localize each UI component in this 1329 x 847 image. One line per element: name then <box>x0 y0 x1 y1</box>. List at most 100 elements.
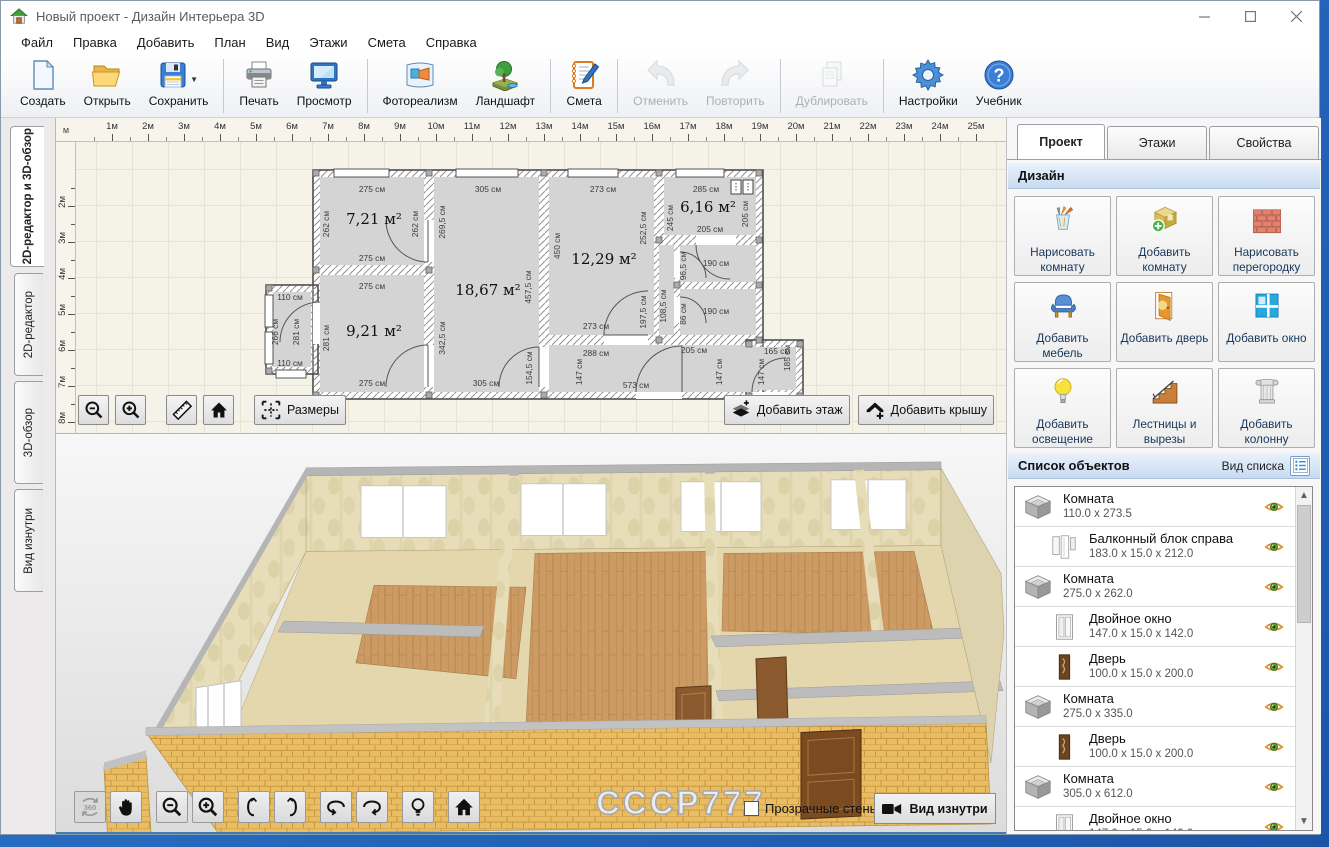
view3d-rotate-vert-left-button[interactable] <box>238 791 270 823</box>
toolbar-landscape-button[interactable]: Ландшафт <box>467 55 545 117</box>
view3d-rotate-360-button[interactable]: 360 <box>74 791 106 823</box>
vruler-label: 2м <box>57 196 68 208</box>
menu-Файл[interactable]: Файл <box>11 33 63 52</box>
save-dropdown-arrow[interactable]: ▼ <box>190 75 198 84</box>
menu-Вид[interactable]: Вид <box>256 33 300 52</box>
app-window: Новый проект - Дизайн Интерьера 3D ФайлП… <box>0 0 1320 835</box>
svg-text:205 см: 205 см <box>740 201 750 227</box>
design-lighting-button[interactable]: Добавить освещение <box>1014 368 1111 448</box>
view3d-zoom-out-button[interactable] <box>156 791 188 823</box>
close-button[interactable] <box>1273 1 1319 31</box>
view3d-home-button[interactable] <box>448 791 480 823</box>
home-icon <box>209 400 229 420</box>
object-row-Балконный блок справа[interactable]: Балконный блок справа183.0 x 15.0 x 212.… <box>1015 527 1312 567</box>
object-row-Дверь[interactable]: Дверь100.0 x 15.0 x 200.0 <box>1015 727 1312 767</box>
vruler-label: 4м <box>57 268 68 280</box>
maximize-button[interactable] <box>1227 1 1273 31</box>
visibility-eye-icon[interactable] <box>1264 737 1284 757</box>
menu-Смета[interactable]: Смета <box>358 33 416 52</box>
design-stairs-button[interactable]: Лестницы и вырезы <box>1116 368 1213 448</box>
plan-zoom-in-button[interactable] <box>115 395 146 425</box>
visibility-eye-icon[interactable] <box>1264 577 1284 597</box>
sizes-toggle-button[interactable]: Размеры <box>254 395 346 425</box>
transparent-walls-checkbox[interactable] <box>744 801 759 816</box>
toolbar-help-button[interactable]: ?Учебник <box>967 55 1031 117</box>
add-floor-button[interactable]: Добавить этаж <box>724 395 850 425</box>
design-column-button[interactable]: Добавить колонну <box>1218 368 1315 448</box>
object-row-Двойное окно[interactable]: Двойное окно147.0 x 15.0 x 142.0 <box>1015 607 1312 647</box>
svg-text:573 см: 573 см <box>623 380 649 390</box>
object-row-Комната[interactable]: Комната275.0 x 335.0 <box>1015 687 1312 727</box>
visibility-eye-icon[interactable] <box>1264 497 1284 517</box>
view-list-button[interactable] <box>1290 456 1310 476</box>
panel-tab-Проект[interactable]: Проект <box>1017 124 1105 159</box>
scroll-thumb[interactable] <box>1297 505 1311 623</box>
view3d-rotate-horiz-left-button[interactable] <box>320 791 352 823</box>
panel-tab-Этажи[interactable]: Этажи <box>1107 126 1207 159</box>
menu-План[interactable]: План <box>204 33 255 52</box>
visibility-eye-icon[interactable] <box>1264 657 1284 677</box>
menu-Справка[interactable]: Справка <box>416 33 487 52</box>
visibility-eye-icon[interactable] <box>1264 617 1284 637</box>
toolbar-estimate-button[interactable]: Смета <box>557 55 611 117</box>
object-list-scrollbar[interactable]: ▲ ▼ <box>1295 487 1312 830</box>
plan-zoom-out-button[interactable] <box>78 395 109 425</box>
view3d-zoom-in-button[interactable] <box>192 791 224 823</box>
svg-text:205 см: 205 см <box>681 345 707 355</box>
estimate-icon <box>568 59 600 91</box>
view-3d[interactable]: 360 СССР777 Прозрачные стены Вид изнутри <box>56 433 1006 834</box>
door-icon <box>1049 732 1079 762</box>
visibility-eye-icon[interactable] <box>1264 537 1284 557</box>
view3d-rotate-vert-right-button[interactable] <box>274 791 306 823</box>
design-furniture-button[interactable]: Добавить мебель <box>1014 282 1111 362</box>
view3d-hand-button[interactable] <box>110 791 142 823</box>
view-tab-4[interactable]: Вид изнутри <box>14 489 43 592</box>
view3d-rotate-horiz-right-button[interactable] <box>356 791 388 823</box>
svg-text:281 см: 281 см <box>321 325 331 351</box>
scroll-up-arrow[interactable]: ▲ <box>1296 487 1312 504</box>
toolbar-photoreal-button[interactable]: Фотореализм <box>374 55 467 117</box>
panel-tab-Свойства[interactable]: Свойства <box>1209 126 1319 159</box>
menu-Правка[interactable]: Правка <box>63 33 127 52</box>
minimize-button[interactable] <box>1181 1 1227 31</box>
design-window-button[interactable]: Добавить окно <box>1218 282 1315 362</box>
plan-home-button[interactable] <box>203 395 234 425</box>
object-row-Комната[interactable]: Комната275.0 x 262.0 <box>1015 567 1312 607</box>
menu-Этажи[interactable]: Этажи <box>299 33 357 52</box>
toolbar-save-floppy-button[interactable]: ▼Сохранить <box>140 55 218 117</box>
view3d-light-bulb-button[interactable] <box>402 791 434 823</box>
floor-plan[interactable]: 275 см305 см273 см285 см262 см262 см275 … <box>76 142 1006 433</box>
object-row-Комната[interactable]: Комната110.0 x 273.5 <box>1015 487 1312 527</box>
visibility-eye-icon[interactable] <box>1264 777 1284 797</box>
view-tab-1[interactable]: 2D-редактор и 3D-обзор <box>10 126 44 267</box>
add-roof-button[interactable]: Добавить крышу <box>858 395 994 425</box>
object-row-Дверь[interactable]: Дверь100.0 x 15.0 x 200.0 <box>1015 647 1312 687</box>
visibility-eye-icon[interactable] <box>1264 697 1284 717</box>
view-tab-3[interactable]: 3D-обзор <box>14 381 43 484</box>
scroll-down-arrow[interactable]: ▼ <box>1296 813 1312 830</box>
inside-view-button[interactable]: Вид изнутри <box>874 793 996 824</box>
measure-tool-button[interactable] <box>166 395 197 425</box>
toolbar-printer-button[interactable]: Печать <box>230 55 287 117</box>
svg-text:147 см: 147 см <box>574 359 584 385</box>
menu-Добавить[interactable]: Добавить <box>127 33 204 52</box>
plan-2d-canvas[interactable]: 275 см305 см273 см285 см262 см262 см275 … <box>76 142 1006 433</box>
object-row-Комната[interactable]: Комната305.0 x 612.0 <box>1015 767 1312 807</box>
design-draw-room-button[interactable]: Нарисовать комнату <box>1014 196 1111 276</box>
visibility-eye-icon[interactable] <box>1264 817 1284 831</box>
hruler-label: 8м <box>358 121 370 132</box>
design-draw-wall-button[interactable]: Нарисовать перегородку <box>1218 196 1315 276</box>
object-row-Двойное окно[interactable]: Двойное окно147.0 x 15.0 x 142.0 <box>1015 807 1312 831</box>
save-floppy-icon <box>157 59 189 91</box>
toolbar-settings-button[interactable]: Настройки <box>890 55 967 117</box>
camera-icon <box>882 802 902 816</box>
design-add-room-button[interactable]: Добавить комнату <box>1116 196 1213 276</box>
toolbar-open-folder-button[interactable]: Открыть <box>75 55 140 117</box>
toolbar-monitor-button[interactable]: Просмотр <box>288 55 361 117</box>
settings-icon <box>912 59 944 91</box>
toolbar-new-doc-button[interactable]: Создать <box>11 55 75 117</box>
toolbar-separator <box>780 59 781 113</box>
design-door-button[interactable]: Добавить дверь <box>1116 282 1213 362</box>
view-tab-2[interactable]: 2D-редактор <box>14 273 43 376</box>
watermark: СССР777 <box>596 784 766 822</box>
